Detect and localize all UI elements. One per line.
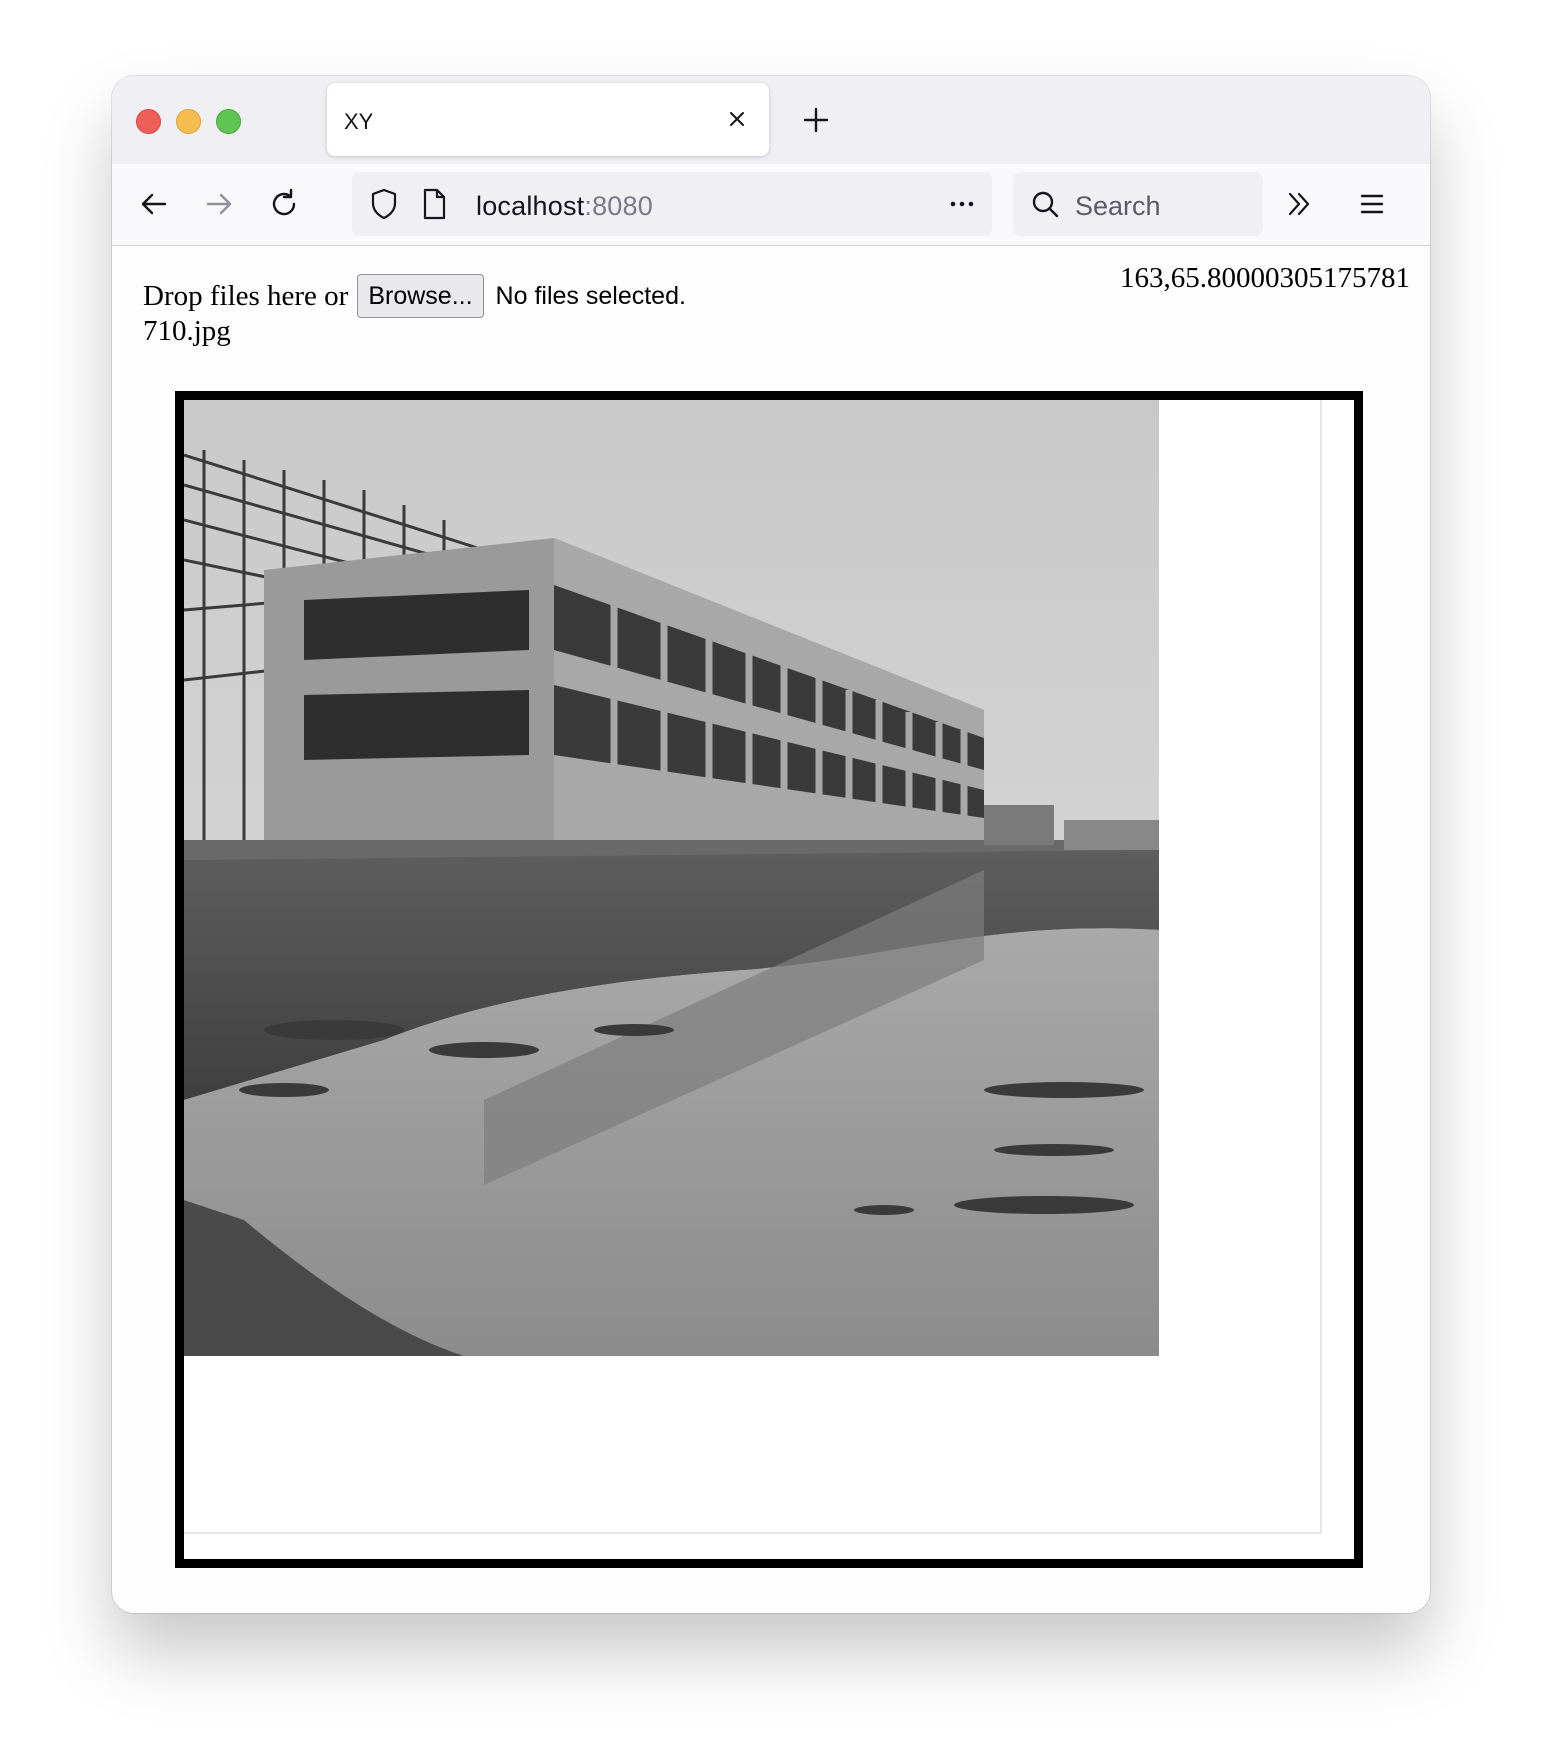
zoom-window-button[interactable] <box>216 109 241 134</box>
url-text[interactable]: localhost:8080 <box>476 191 653 222</box>
tab-active[interactable]: XY <box>327 83 769 156</box>
drop-zone[interactable]: Drop files here or Browse... No files se… <box>143 274 686 318</box>
forward-arrow-icon[interactable] <box>199 184 239 224</box>
search-bar[interactable]: Search <box>1013 172 1263 236</box>
page-content: Drop files here or Browse... No files se… <box>112 246 1430 1613</box>
tab-bar: XY <box>112 76 1430 164</box>
back-arrow-icon[interactable] <box>134 184 174 224</box>
tab-title: XY <box>344 109 374 134</box>
navigation-toolbar: localhost:8080 Search <box>112 164 1430 246</box>
image-canvas[interactable] <box>175 391 1363 1568</box>
filename-label: 710.jpg <box>143 315 231 347</box>
coordinates-readout: 163,65.80000305175781 <box>1120 262 1410 294</box>
url-host: localhost <box>476 191 585 221</box>
page-icon[interactable] <box>414 184 454 224</box>
browser-window: XY localhost:8080 Search Drop files here… <box>112 76 1430 1613</box>
more-options-icon[interactable] <box>942 184 982 224</box>
search-placeholder: Search <box>1075 191 1161 221</box>
new-tab-icon[interactable] <box>796 100 836 140</box>
browse-button[interactable]: Browse... <box>357 274 484 318</box>
photo-image <box>184 400 1159 1356</box>
url-port: :8080 <box>584 191 653 221</box>
menu-icon[interactable] <box>1352 184 1392 224</box>
minimize-window-button[interactable] <box>176 109 201 134</box>
chevron-double-right-icon[interactable] <box>1279 184 1319 224</box>
address-bar[interactable]: localhost:8080 <box>352 172 992 236</box>
close-window-button[interactable] <box>136 109 161 134</box>
search-icon <box>1032 191 1059 218</box>
reload-icon[interactable] <box>264 184 304 224</box>
drop-text: Drop files here or <box>143 279 349 312</box>
file-status: No files selected. <box>495 281 686 310</box>
shield-icon[interactable] <box>364 184 404 224</box>
close-icon[interactable] <box>725 107 749 131</box>
